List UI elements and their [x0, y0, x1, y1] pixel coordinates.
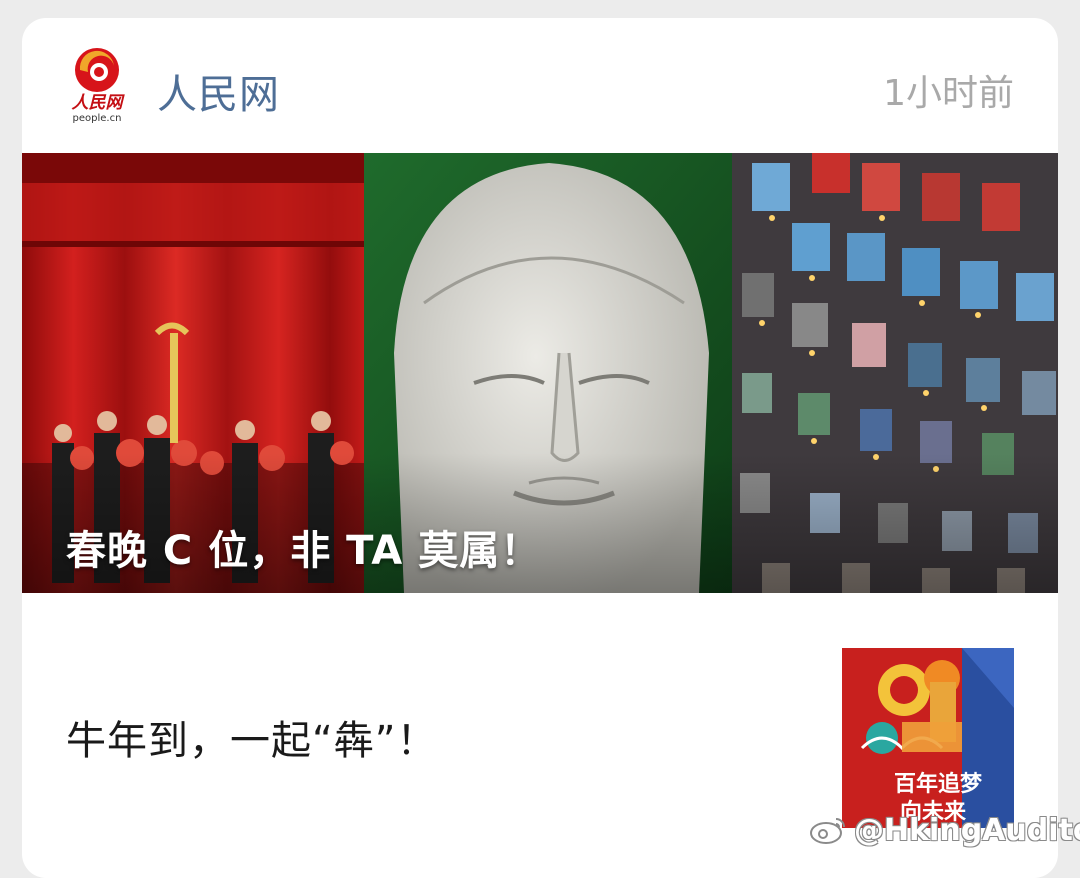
people-daily-logo-icon[interactable]: 人民网 people.cn: [66, 44, 128, 124]
article-thumbnail[interactable]: 百年追梦 向未来: [842, 648, 1014, 828]
watermark: @HkingAuditore: [810, 810, 1080, 850]
hero-title[interactable]: 春晚 C 位，非 TA 莫属！: [66, 518, 541, 576]
account-name[interactable]: 人民网: [157, 62, 280, 120]
weibo-icon: [810, 815, 848, 845]
watermark-text: @HkingAuditore: [854, 812, 1080, 848]
card-header: 人民网 people.cn 人民网 1小时前: [22, 18, 1058, 153]
hero-image[interactable]: 春晚 C 位，非 TA 莫属！: [22, 153, 1058, 593]
logo-text: 人民网: [72, 93, 126, 113]
post-timestamp: 1小时前: [883, 73, 1014, 114]
article-title[interactable]: 牛年到，一起“犇”！: [66, 708, 437, 766]
feed-card[interactable]: 人民网 people.cn 人民网 1小时前 春晚 C 位，非 TA 莫属！ 牛…: [22, 18, 1058, 878]
logo-subtext: people.cn: [73, 113, 122, 124]
